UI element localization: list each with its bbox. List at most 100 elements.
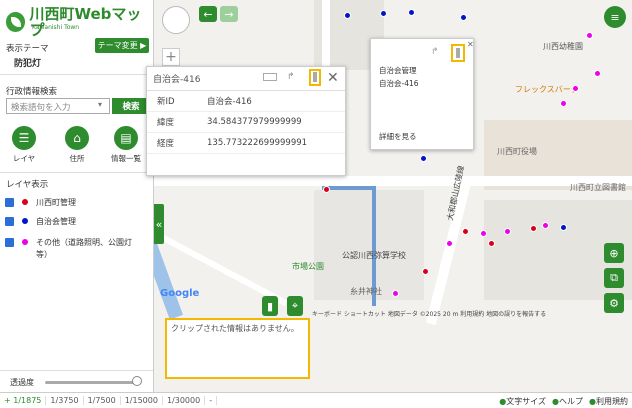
popup-key: 新ID	[157, 97, 175, 107]
map-label-shrine: 糸井神社	[350, 287, 382, 296]
popup-title: 自治会-416	[153, 75, 201, 85]
help-link[interactable]: ●ヘルプ	[552, 396, 583, 407]
map-pin[interactable]	[560, 100, 567, 107]
map-pin[interactable]	[380, 10, 387, 17]
list-icon: ☰	[12, 126, 36, 150]
theme-value: 防犯灯	[14, 59, 42, 69]
scale-option[interactable]: -	[205, 396, 218, 405]
scale-option[interactable]: 1/7500	[84, 396, 121, 405]
clip-icon-button[interactable]: ▮	[262, 296, 278, 316]
close-icon[interactable]: ✕	[467, 40, 474, 49]
map-pin[interactable]	[460, 14, 467, 21]
map-pin[interactable]	[323, 186, 330, 193]
scale-option[interactable]: 1/15000	[121, 396, 163, 405]
terms-link[interactable]: ●利用規約	[589, 396, 628, 407]
map-attribution: キーボード ショートカット 地図データ ©2025 20 m 利用規約 地図の誤…	[312, 311, 547, 318]
popup-header: 自治会-416 ↱ ✕	[147, 67, 345, 91]
app-logo[interactable]: 川西町Webマップ Kawanishi Town	[6, 6, 153, 38]
pin-icon-button[interactable]: ⌖	[287, 296, 303, 316]
map-pin[interactable]	[586, 32, 593, 39]
scale-option[interactable]: + 1/1875	[0, 396, 47, 405]
map-pin-selected[interactable]	[420, 155, 427, 162]
leaf-logo-icon	[6, 12, 26, 32]
map-pin[interactable]	[488, 240, 495, 247]
back-arrow-button[interactable]: ←	[199, 6, 217, 22]
layer-item[interactable]: 自治会管理	[5, 216, 76, 227]
map-pin[interactable]	[504, 228, 511, 235]
help-label: ヘルプ	[559, 397, 584, 406]
map-label-town-hall: 川西町役場	[497, 147, 537, 156]
gear-icon[interactable]: ⚙	[604, 293, 624, 313]
menu-icon[interactable]: ≡	[604, 6, 626, 28]
more-details-link[interactable]: 詳細を見る	[379, 131, 417, 142]
opacity-slider[interactable]	[45, 381, 139, 384]
layer-item-label: 自治会管理	[36, 217, 76, 226]
google-logo: Google	[160, 288, 200, 299]
marker-popup: ↱ ✕ 自治会管理 自治会-416 詳細を見る	[370, 38, 474, 150]
map-pin[interactable]	[344, 12, 351, 19]
map-label-flex: フレックスバーク	[515, 85, 579, 94]
checkbox[interactable]	[5, 198, 14, 207]
popup-row: 新ID 自治会-416	[147, 91, 345, 112]
layer-item[interactable]: その他（道路照明、公園灯等）	[5, 237, 150, 261]
layer-tool-label: レイヤ	[12, 154, 36, 163]
pan-control[interactable]	[162, 6, 190, 34]
locate-icon[interactable]: ⊕	[604, 243, 624, 263]
share-icon[interactable]: ↱	[431, 47, 439, 57]
layer-item-label: 川西町管理	[36, 198, 76, 207]
layer-item-label: その他（道路照明、公園灯等）	[36, 238, 132, 259]
copy-icon[interactable]: ⧉	[604, 268, 624, 288]
text-size-label: 文字サイズ	[506, 397, 547, 406]
map-pin[interactable]	[572, 85, 579, 92]
popup-key: 緯度	[157, 118, 175, 128]
map-pin[interactable]	[560, 224, 567, 231]
search-input[interactable]: 検索語句を入力	[6, 98, 110, 114]
map-pin[interactable]	[594, 70, 601, 77]
theme-label: 表示テーマ	[6, 44, 49, 54]
clip-icon	[313, 72, 317, 82]
app-title: 川西町Webマップ	[29, 5, 142, 39]
popup-line: 自治会管理	[379, 66, 417, 75]
search-section-label: 行政情報検索	[6, 87, 58, 97]
map-pin[interactable]	[480, 230, 487, 237]
layer-item[interactable]: 川西町管理	[5, 197, 76, 208]
popup-value: 34.584377979999999	[207, 117, 302, 127]
text-size-link[interactable]: ●文字サイズ	[499, 396, 546, 407]
scale-label: 1/1875	[13, 396, 42, 405]
table-icon: ▤	[114, 126, 138, 150]
red-dot-icon	[22, 199, 28, 205]
scale-option[interactable]: 1/3750	[46, 396, 84, 405]
map-pin[interactable]	[422, 268, 429, 275]
zoom-in-button[interactable]: +	[162, 48, 180, 66]
info-list-tool-button[interactable]: ▤ 情報一覧	[111, 126, 141, 164]
share-icon[interactable]: ↱	[287, 72, 295, 82]
address-tool-button[interactable]: ⌂ 住所	[62, 126, 92, 164]
popup-row: 経度 135.773222699999991	[147, 133, 345, 154]
magenta-dot-icon	[22, 239, 28, 245]
layer-tool-button[interactable]: ☰ レイヤ	[9, 126, 39, 164]
theme-change-button[interactable]: テーマ変更 ▶	[95, 38, 149, 53]
window-icon[interactable]	[263, 73, 277, 81]
checkbox[interactable]	[5, 217, 14, 226]
search-button[interactable]: 検索	[112, 98, 150, 114]
map-pin[interactable]	[408, 9, 415, 16]
map-pin[interactable]	[542, 222, 549, 229]
close-icon[interactable]: ✕	[327, 70, 339, 86]
info-popup: 自治会-416 ↱ ✕ 新ID 自治会-416 緯度 34.584377979999…	[146, 66, 346, 176]
footer-links: ●文字サイズ ●ヘルプ ●利用規約	[499, 396, 628, 407]
map-pin[interactable]	[392, 290, 399, 297]
layer-section-title: レイヤ表示	[6, 180, 49, 190]
forward-arrow-button[interactable]: →	[220, 6, 238, 22]
home-icon: ⌂	[65, 126, 89, 150]
popup-value: 自治会-416	[207, 97, 252, 107]
opacity-slider-handle[interactable]	[132, 376, 142, 386]
map-pin[interactable]	[530, 225, 537, 232]
scale-option[interactable]: 1/30000	[163, 396, 206, 405]
map-pin[interactable]	[462, 228, 469, 235]
checkbox[interactable]	[5, 238, 14, 247]
collapse-panel-button[interactable]: «	[154, 204, 164, 244]
clip-icon	[456, 48, 460, 58]
chevron-down-icon[interactable]: ▾	[98, 100, 102, 109]
divider	[0, 370, 153, 371]
map-pin[interactable]	[446, 240, 453, 247]
